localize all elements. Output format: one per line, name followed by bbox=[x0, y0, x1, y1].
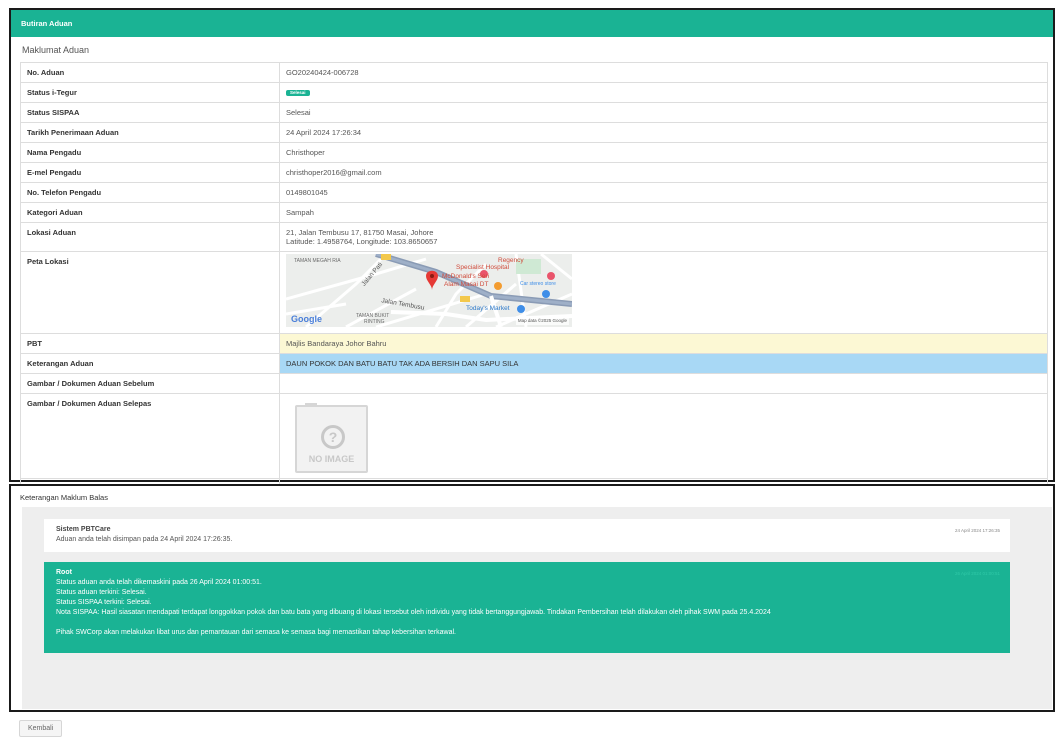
maklum-balas-panel: Keterangan Maklum Balas Sistem PBTCare 2… bbox=[9, 484, 1055, 712]
row-label: Keterangan Aduan bbox=[20, 353, 280, 374]
map-label: Alam Masai DT bbox=[444, 281, 489, 288]
comment-line: Aduan anda telah disimpan pada 24 April … bbox=[56, 536, 233, 543]
kategori-aduan-value: Sampah bbox=[279, 202, 1048, 223]
comments-area: Sistem PBTCare 24 April 2024 17:26:35 Ad… bbox=[22, 507, 1052, 709]
row-label: Nama Pengadu bbox=[20, 142, 280, 163]
no-image-placeholder[interactable]: ? NO IMAGE bbox=[295, 403, 368, 473]
section-title: Maklumat Aduan bbox=[22, 45, 90, 55]
no-image-text: NO IMAGE bbox=[308, 454, 355, 464]
table-row: Status i-Tegur Selesai bbox=[20, 82, 1048, 103]
table-row: No. Aduan GO20240424-006728 bbox=[20, 62, 1048, 83]
table-row: Kategori Aduan Sampah bbox=[20, 202, 1048, 223]
pbt-value: Majlis Bandaraya Johor Bahru bbox=[279, 333, 1048, 354]
map-label: Today's Market bbox=[466, 305, 510, 312]
table-row: Keterangan Aduan DAUN POKOK DAN BATU BAT… bbox=[20, 353, 1048, 374]
row-label: PBT bbox=[20, 333, 280, 354]
comment-item: Sistem PBTCare 24 April 2024 17:26:35 Ad… bbox=[44, 519, 1010, 552]
emel-pengadu-value: christhoper2016@gmail.com bbox=[279, 162, 1048, 183]
table-row: E-mel Pengadu christhoper2016@gmail.com bbox=[20, 162, 1048, 183]
table-row: Status SISPAA Selesai bbox=[20, 102, 1048, 123]
lokasi-coordinates: Latitude: 1.4958764, Longitude: 103.8650… bbox=[286, 237, 438, 246]
google-logo: Google bbox=[291, 314, 322, 324]
row-label: Tarikh Penerimaan Aduan bbox=[20, 122, 280, 143]
row-label: Peta Lokasi bbox=[20, 251, 280, 334]
table-row: Peta Lokasi TAMAN MEGAH RIA Jalan Pati R… bbox=[20, 251, 1048, 334]
question-icon: ? bbox=[321, 425, 345, 449]
telefon-pengadu-value: 0149801045 bbox=[279, 182, 1048, 203]
row-label: Status SISPAA bbox=[20, 102, 280, 123]
nama-pengadu-value: Christhoper bbox=[279, 142, 1048, 163]
table-row: Gambar / Dokumen Aduan Sebelum bbox=[20, 373, 1048, 394]
comment-line: Status aduan terkini: Selesai. bbox=[56, 589, 147, 596]
row-label: Gambar / Dokumen Aduan Sebelum bbox=[20, 373, 280, 394]
no-aduan-value: GO20240424-006728 bbox=[279, 62, 1048, 83]
row-label: E-mel Pengadu bbox=[20, 162, 280, 183]
location-map[interactable]: TAMAN MEGAH RIA Jalan Pati Regency Speci… bbox=[286, 254, 572, 327]
comment-author: Sistem PBTCare bbox=[56, 526, 111, 533]
table-row: PBT Majlis Bandaraya Johor Bahru bbox=[20, 333, 1048, 354]
panel-header: Butiran Aduan bbox=[11, 10, 1053, 37]
comment-line: Status SISPAA terkini: Selesai. bbox=[56, 599, 152, 606]
comment-line: Nota SISPAA: Hasil siasatan mendapati te… bbox=[56, 609, 771, 616]
map-label: RINTING bbox=[364, 319, 385, 325]
status-badge: Selesai bbox=[286, 90, 310, 97]
back-button[interactable]: Kembali bbox=[19, 720, 63, 737]
row-label: Lokasi Aduan bbox=[20, 222, 280, 252]
lokasi-address: 21, Jalan Tembusu 17, 81750 Masai, Johor… bbox=[286, 228, 434, 237]
comment-author: Root bbox=[56, 569, 72, 576]
row-label: Status i-Tegur bbox=[20, 82, 280, 103]
map-credit: Map data ©2025 Google bbox=[515, 316, 569, 325]
footer: Kembali bbox=[9, 712, 1055, 740]
status-sispaa-value: Selesai bbox=[279, 102, 1048, 123]
comment-time: 24 April 2024 17:26:35 bbox=[954, 528, 1000, 533]
comment-line: Status aduan anda telah dikemaskini pada… bbox=[56, 579, 262, 586]
comment-item: Root 26 April 2024 01:00:51 Status aduan… bbox=[44, 562, 1010, 653]
table-row: No. Telefon Pengadu 0149801045 bbox=[20, 182, 1048, 203]
comment-time: 26 April 2024 01:00:51 bbox=[954, 571, 1000, 576]
camera-top-icon bbox=[305, 403, 317, 406]
row-label: Gambar / Dokumen Aduan Selepas bbox=[20, 393, 280, 479]
map-label: TAMAN MEGAH RIA bbox=[294, 258, 341, 264]
table-row: Lokasi Aduan 21, Jalan Tembusu 17, 81750… bbox=[20, 222, 1048, 252]
row-label: No. Telefon Pengadu bbox=[20, 182, 280, 203]
gambar-sebelum-value bbox=[279, 373, 1048, 394]
details-table: No. Aduan GO20240424-006728 Status i-Teg… bbox=[20, 62, 1048, 499]
keterangan-aduan-value: DAUN POKOK DAN BATU BATU TAK ADA BERSIH … bbox=[279, 353, 1048, 374]
table-row: Nama Pengadu Christhoper bbox=[20, 142, 1048, 163]
butiran-aduan-panel: Butiran Aduan Maklumat Aduan No. Aduan G… bbox=[9, 8, 1055, 499]
table-row: Gambar / Dokumen Aduan Selepas ? NO IMAG… bbox=[20, 393, 1048, 479]
row-label: Kategori Aduan bbox=[20, 202, 280, 223]
row-label: No. Aduan bbox=[20, 62, 280, 83]
maklum-balas-title: Keterangan Maklum Balas bbox=[20, 493, 108, 502]
table-row: Tarikh Penerimaan Aduan 24 April 2024 17… bbox=[20, 122, 1048, 143]
comment-line: Pihak SWCorp akan melakukan libat urus d… bbox=[56, 629, 456, 636]
map-label: Specialist Hospital bbox=[456, 264, 510, 271]
map-label: Car stereo store bbox=[520, 281, 556, 287]
tarikh-penerimaan-value: 24 April 2024 17:26:34 bbox=[279, 122, 1048, 143]
